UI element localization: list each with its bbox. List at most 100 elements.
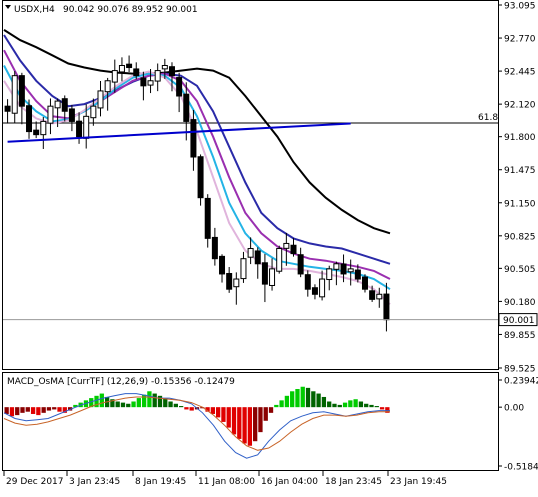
macd-bar <box>184 407 189 410</box>
candle-body <box>90 105 97 119</box>
candle-body <box>47 105 54 124</box>
macd-bar <box>342 402 348 408</box>
candle-body <box>297 254 304 275</box>
macd-bar <box>311 391 316 408</box>
candle-body <box>211 236 218 260</box>
price-tick-label: 93.095 <box>504 2 536 12</box>
macd-bar <box>374 406 379 408</box>
candle-body <box>369 290 376 300</box>
macd-tick-label: 0.23942 <box>504 377 538 387</box>
macd-bar <box>284 395 290 408</box>
candle-body <box>76 120 83 138</box>
candle <box>197 154 204 206</box>
price-tick-label: 91.150 <box>504 199 536 209</box>
price-tick-label: 89.525 <box>504 365 536 375</box>
candle-body <box>61 98 68 112</box>
macd-bar <box>52 407 57 410</box>
candle-body <box>290 244 297 255</box>
candle-body <box>11 75 18 114</box>
chart-window: 93.095 92.770 92.445 92.120 91.800 91.475 91.1… <box>0 0 538 493</box>
candle-body <box>340 263 347 275</box>
candle-body <box>219 255 226 275</box>
macd-bar <box>57 407 62 412</box>
macd-bar <box>168 401 173 408</box>
price-tick-label: 92.770 <box>504 35 536 45</box>
macd-bar <box>131 401 136 408</box>
macd-bar <box>152 393 157 408</box>
macd-bar <box>279 400 284 408</box>
macd-bar <box>173 403 178 408</box>
price-tick-label: 89.855 <box>504 331 536 341</box>
candle-body <box>26 105 33 133</box>
macd-bar <box>295 389 300 408</box>
macd-bar <box>126 403 131 408</box>
candle-body <box>140 77 147 87</box>
price-tick-label: 91.475 <box>504 166 536 176</box>
candle-body <box>354 269 361 280</box>
macd-bar <box>258 407 263 433</box>
macd-bar <box>9 407 15 417</box>
candle-body <box>40 120 47 136</box>
macd-bar <box>379 407 385 410</box>
price-tick-label: 90.825 <box>504 232 536 242</box>
time-tick-label: 29 Dec 2017 <box>6 477 64 487</box>
candle-body <box>326 268 333 281</box>
time-tick-label: 18 Jan 23:45 <box>325 477 382 487</box>
macd-bar <box>221 407 226 422</box>
candle-body <box>347 268 354 273</box>
fib-label: 61.8 <box>478 113 498 123</box>
price-pane-frame <box>2 0 499 370</box>
candle-body <box>154 70 161 82</box>
time-tick-label: 23 Jan 19:45 <box>390 477 447 487</box>
candle-body <box>240 258 247 280</box>
macd-bar <box>353 399 358 408</box>
candle-body <box>383 293 390 321</box>
price-tick-label: 92.445 <box>504 68 536 78</box>
candle-body <box>18 75 25 107</box>
candle-body <box>190 119 197 158</box>
candle-body <box>333 263 340 270</box>
candle-body <box>204 197 211 239</box>
candle-body <box>283 242 290 249</box>
candle-body <box>118 65 125 73</box>
candle-body <box>197 156 204 199</box>
candle-body <box>147 80 154 86</box>
macd-bar <box>147 391 152 408</box>
macd-bar <box>348 400 353 408</box>
candle-body <box>226 273 233 290</box>
macd-bar <box>290 391 295 408</box>
macd-tick-label: -0.51843 <box>504 463 538 473</box>
macd-bar <box>247 407 253 446</box>
candle-body <box>33 129 40 136</box>
macd-bar <box>274 404 279 408</box>
macd-bar <box>136 398 141 408</box>
candle-body <box>4 105 11 112</box>
candle-body <box>261 262 268 285</box>
macd-bar <box>305 387 311 408</box>
macd-bar <box>36 407 41 416</box>
macd-bar <box>99 393 104 408</box>
macd-bar <box>316 393 321 408</box>
candle-body <box>311 287 318 295</box>
macd-bar <box>327 401 332 408</box>
macd-bar <box>46 407 52 411</box>
candle-body <box>304 274 311 290</box>
price-tick-label: 91.800 <box>504 133 536 143</box>
candle-body <box>247 248 254 258</box>
candle-body <box>233 278 240 288</box>
candle-body <box>254 250 261 265</box>
macd-bar <box>263 407 268 421</box>
macd-bar <box>337 404 342 408</box>
current-price-value: 90.001 <box>503 316 535 326</box>
chart-canvas: 93.095 92.770 92.445 92.120 91.800 91.475 91.1… <box>2 0 538 487</box>
macd-bar <box>178 406 184 408</box>
candle-body <box>68 108 75 122</box>
macd-bar <box>115 401 120 408</box>
price-tick-label: 92.120 <box>504 101 536 111</box>
candle-body <box>276 248 283 272</box>
macd-bar <box>364 403 369 408</box>
macd-bar <box>321 396 327 408</box>
candle-body <box>269 268 276 286</box>
macd-tick-label: 0.00 <box>504 404 524 414</box>
macd-bar <box>20 407 25 413</box>
